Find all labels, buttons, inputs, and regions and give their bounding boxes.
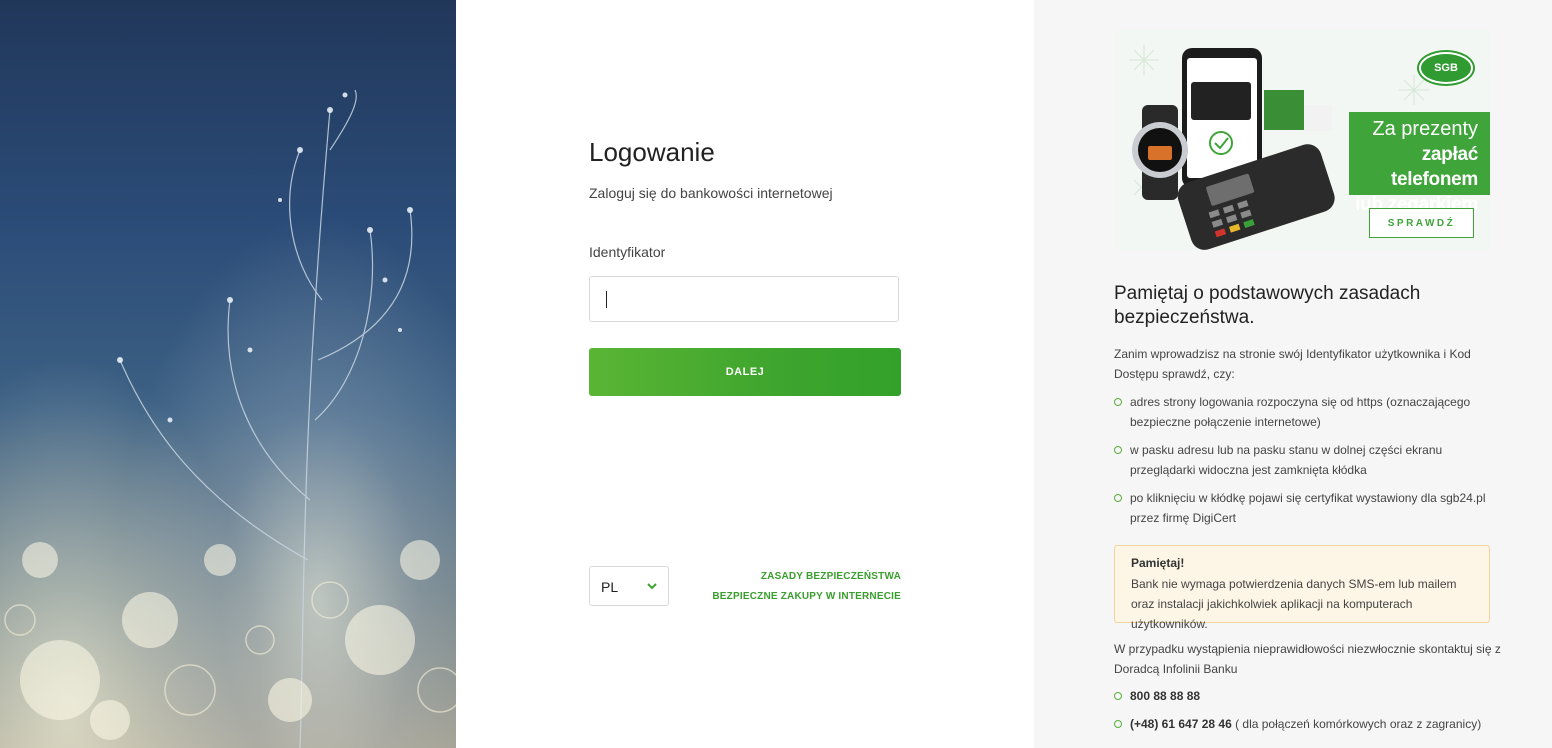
bullet-circle-icon xyxy=(1114,692,1122,700)
text-caret xyxy=(606,291,607,308)
checklist-text: po kliknięciu w kłódkę pojawi się certyf… xyxy=(1130,491,1486,525)
phone-note: ( dla połączeń komórkowych oraz z zagran… xyxy=(1231,717,1482,731)
security-intro: Zanim wprowadzisz na stronie swój Identy… xyxy=(1114,347,1471,381)
list-item: adres strony logowania rozpoczyna się od… xyxy=(1114,392,1504,432)
banner-check-button[interactable]: SPRAWDŹ xyxy=(1369,208,1474,238)
phone-item: (+48) 61 647 28 46 ( dla połączeń komórk… xyxy=(1114,714,1514,734)
notice-title: Pamiętaj! xyxy=(1131,556,1185,570)
identifier-label: Identyfikator xyxy=(589,244,666,260)
safe-shopping-link[interactable]: BEZPIECZNE ZAKUPY W INTERNECIE xyxy=(712,591,901,602)
checklist-text: w pasku adresu lub na pasku stanu w doln… xyxy=(1130,443,1443,477)
bullet-circle-icon xyxy=(1114,720,1122,728)
list-item: po kliknięciu w kłódkę pojawi się certyf… xyxy=(1114,488,1504,528)
promo-banner[interactable]: SGB Za prezenty zapłać telefonem lub zeg… xyxy=(1114,30,1490,250)
background-photo xyxy=(0,0,456,748)
bullet-circle-icon xyxy=(1114,398,1122,406)
language-select[interactable]: PL xyxy=(589,566,669,606)
security-info-panel: SGB Za prezenty zapłać telefonem lub zeg… xyxy=(1034,0,1552,748)
security-title: Pamiętaj o podstawowych zasadach bezpiec… xyxy=(1114,283,1421,328)
phone-number[interactable]: (+48) 61 647 28 46 xyxy=(1130,717,1232,731)
sgb-logo: SGB xyxy=(1419,52,1473,84)
security-checklist: adres strony logowania rozpoczyna się od… xyxy=(1114,392,1504,536)
phone-number[interactable]: 800 88 88 88 xyxy=(1130,689,1200,703)
notice-text: Bank nie wymaga potwierdzenia danych SMS… xyxy=(1131,577,1457,631)
checklist-text: adres strony logowania rozpoczyna się od… xyxy=(1130,395,1471,429)
frosted-plant-illustration xyxy=(4,89,456,748)
page-title: Logowanie xyxy=(589,137,715,167)
phone-list: 800 88 88 88 (+48) 61 647 28 46 ( dla po… xyxy=(1114,686,1514,742)
next-button[interactable]: DALEJ xyxy=(589,348,901,396)
contact-text: W przypadku wystąpienia nieprawidłowości… xyxy=(1114,642,1501,676)
banner-line-2: zapłać telefonem xyxy=(1390,144,1478,190)
phone-item: 800 88 88 88 xyxy=(1114,686,1514,706)
security-rules-link[interactable]: ZASADY BEZPIECZEŃSTWA xyxy=(761,571,901,582)
chevron-down-icon xyxy=(646,579,658,595)
banner-line-1: Za prezenty xyxy=(1372,118,1478,140)
bullet-circle-icon xyxy=(1114,494,1122,502)
language-value: PL xyxy=(601,579,619,595)
bullet-circle-icon xyxy=(1114,446,1122,454)
notice-box: Pamiętaj! Bank nie wymaga potwierdzenia … xyxy=(1114,545,1490,631)
list-item: w pasku adresu lub na pasku stanu w doln… xyxy=(1114,440,1504,480)
login-panel: Logowanie Zaloguj się do bankowości inte… xyxy=(456,0,1034,748)
banner-headline: Za prezenty zapłać telefonem lub zegarki… xyxy=(1349,112,1490,215)
page-subtitle: Zaloguj się do bankowości internetowej xyxy=(589,185,833,201)
identifier-input[interactable] xyxy=(589,276,899,322)
